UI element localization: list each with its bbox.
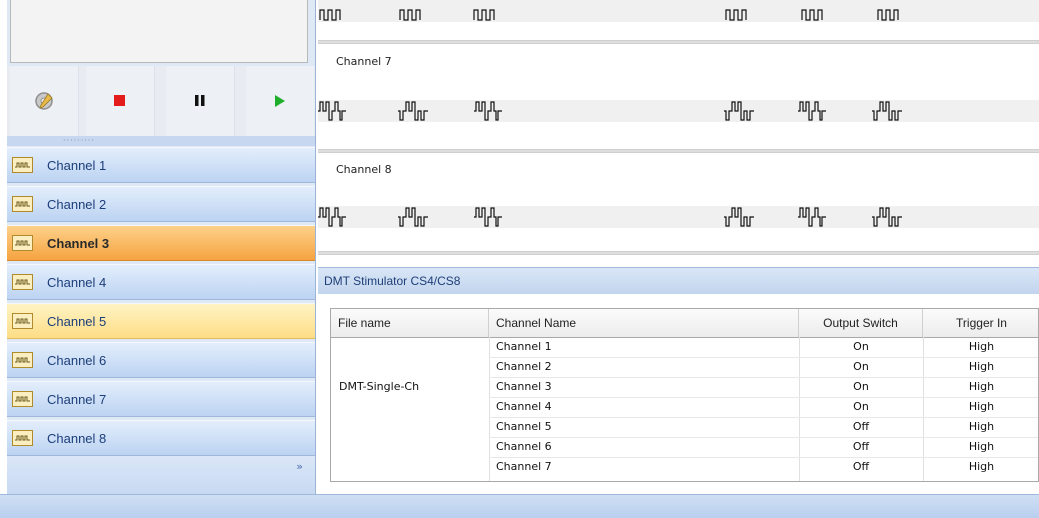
channel-name-cell: Channel 7 [496,460,552,473]
stop-icon [114,95,125,106]
channel-icon [12,313,33,329]
sidebar-item-channel-4[interactable]: Channel 4 [7,264,315,300]
waveform-channel-8 [318,207,902,227]
channel-name-cell: Channel 3 [496,380,552,393]
file-name-cell: DMT-Single-Ch [339,380,420,393]
column-divider [489,337,490,481]
sidebar-item-label: Channel 3 [47,235,110,251]
output-switch-cell: On [853,360,869,373]
channel-name-cell: Channel 6 [496,440,552,453]
channel-icon [12,391,33,407]
stimulator-table: File name Channel Name Output Switch Tri… [330,308,1039,482]
pause-icon [195,95,205,106]
channel-icon [12,352,33,368]
trigger-in-cell: High [968,400,995,413]
channel-icon [12,196,33,212]
sidebar-item-channel-6[interactable]: Channel 6 [7,342,315,378]
stimulator-panel-header: DMT Stimulator CS4/CS8 [318,267,1039,294]
playback-toolbar [7,66,315,136]
output-switch-cell: Off [852,440,870,453]
sidebar-item-label: Channel 1 [47,157,107,173]
channel-8-title: Channel 8 [336,163,392,176]
gear-icon [35,92,53,110]
sidebar-item-channel-2[interactable]: Channel 2 [7,186,315,222]
channel-separator [318,251,1039,255]
column-header-channel-name[interactable]: Channel Name [489,309,799,337]
sidebar-item-channel-5[interactable]: Channel 5 [7,303,315,339]
channel-7-title: Channel 7 [336,55,392,68]
trigger-in-cell: High [968,440,995,453]
channel-icon [12,274,33,290]
channel-name-cell: Channel 2 [496,360,552,373]
column-header-output-switch[interactable]: Output Switch [799,309,923,337]
output-switch-cell: On [853,380,869,393]
output-switch-cell: On [853,340,869,353]
sidebar-item-label: Channel 8 [47,430,107,446]
waveform-partial [319,9,899,21]
sidebar-item-label: Channel 2 [47,196,107,212]
app-window: ········· Channel 1 Channel 2 Channel 3 … [0,0,1039,518]
status-bar [0,494,1039,518]
output-switch-cell: On [853,400,869,413]
window-edge [0,0,7,494]
channel-separator [318,149,1039,153]
channel-name-cell: Channel 4 [496,400,552,413]
trigger-in-cell: High [968,380,995,393]
trigger-in-cell: High [968,360,995,373]
sidebar-item-label: Channel 7 [47,391,107,407]
trigger-in-cell: High [968,340,995,353]
waveform-channel-7 [318,101,902,121]
column-header-file-name[interactable]: File name [331,309,489,337]
channel-name-cell: Channel 1 [496,340,552,353]
channel-icon [12,157,33,173]
settings-button[interactable] [10,66,79,136]
stop-button[interactable] [86,66,155,136]
sidebar-item-channel-8[interactable]: Channel 8 [7,420,315,456]
output-switch-cell: Off [852,420,870,433]
sidebar-item-channel-1[interactable]: Channel 1 [7,147,315,183]
table-header: File name Channel Name Output Switch Tri… [331,309,1038,338]
channel-icon [12,235,33,251]
play-button[interactable] [246,66,314,136]
channel-separator [318,40,1039,44]
output-switch-cell: Off [852,460,870,473]
sidebar-item-channel-3[interactable]: Channel 3 [7,225,315,261]
sidebar-item-label: Channel 5 [47,313,107,329]
channel-name-cell: Channel 5 [496,420,552,433]
trigger-in-cell: High [968,420,995,433]
preview-area [10,0,308,63]
play-icon [275,95,285,107]
chevron-right-icon[interactable]: » [296,461,303,472]
sidebar-footer: » [7,456,315,494]
sidebar-item-label: Channel 6 [47,352,107,368]
column-header-trigger-in[interactable]: Trigger In [923,309,1038,337]
sidebar-item-channel-7[interactable]: Channel 7 [7,381,315,417]
channel-icon [12,430,33,446]
splitter-grip[interactable]: ········· [7,136,315,146]
panel-title: DMT Stimulator CS4/CS8 [324,274,461,288]
trigger-in-cell: High [968,460,995,473]
pause-button[interactable] [166,66,235,136]
sidebar-item-label: Channel 4 [47,274,107,290]
